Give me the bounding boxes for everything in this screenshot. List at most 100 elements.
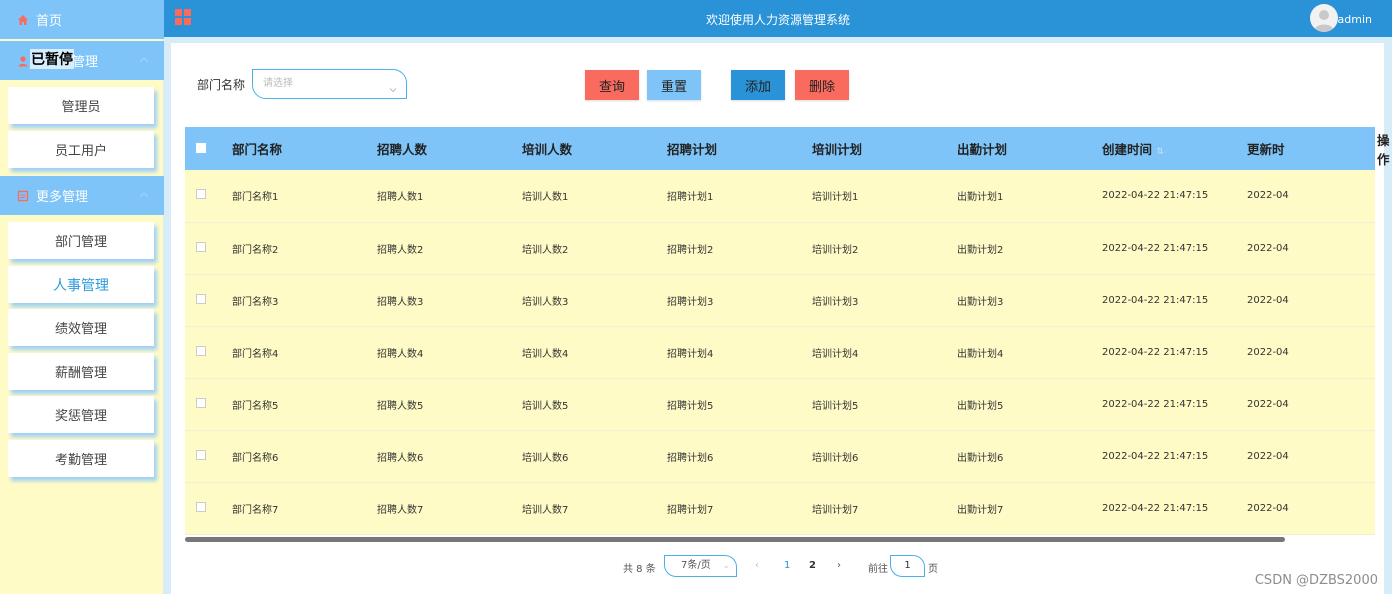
page-size-select[interactable]: 7条/页 ⌄ <box>664 555 737 577</box>
cell-recruit-count: 招聘人数6 <box>377 452 424 464</box>
cell-recruit-plan: 招聘计划7 <box>667 504 714 516</box>
sidebar-item-department[interactable]: 部门管理 <box>8 222 154 259</box>
sidebar: 首页 管理 已暂停 管理员 员工用户 更多管理 部门管理 人事管理 绩效管理 薪… <box>0 0 164 594</box>
table-row: 部门名称4 招聘人数4 培训人数4 招聘计划4 培训计划4 出勤计划4 2022-04-22… <box>185 326 1376 378</box>
row-checkbox[interactable] <box>196 397 206 408</box>
cell-dept-name: 部门名称1 <box>232 192 279 204</box>
sidebar-item-rewards[interactable]: 奖惩管理 <box>8 396 154 433</box>
department-select[interactable]: 请选择 <box>252 69 407 99</box>
row-checkbox-cell[interactable] <box>185 482 230 534</box>
cell-attendance-plan: 出勤计划1 <box>957 192 1004 204</box>
table-row: 部门名称7 招聘人数7 培训人数7 招聘计划7 培训计划7 出勤计划7 2022-04-22… <box>185 482 1376 534</box>
nav-group-more[interactable]: 更多管理 <box>0 176 164 215</box>
data-table: 部门名称 招聘人数 培训人数 招聘计划 培训计划 出勤计划 创建时间 ⇅ 更新时… <box>185 127 1390 535</box>
cell-dept-name: 部门名称3 <box>232 296 279 308</box>
sidebar-item-personnel[interactable]: 人事管理 <box>8 266 154 303</box>
sidebar-item-employee-users[interactable]: 员工用户 <box>8 131 154 168</box>
query-button[interactable]: 查询 <box>585 70 639 100</box>
document-icon <box>16 189 29 202</box>
cell-training-plan: 培训计划1 <box>812 192 859 204</box>
row-checkbox-cell[interactable] <box>185 430 230 482</box>
cell-dept-name: 部门名称2 <box>232 244 279 256</box>
prev-page-icon[interactable]: ‹ <box>755 560 759 571</box>
cell-recruit-plan: 招聘计划4 <box>667 348 714 360</box>
row-checkbox[interactable] <box>196 241 206 252</box>
row-checkbox-cell[interactable] <box>185 326 230 378</box>
sidebar-item-attendance[interactable]: 考勤管理 <box>8 440 154 477</box>
table-row: 部门名称1 招聘人数1 培训人数1 招聘计划1 培训计划1 出勤计划1 2022-04-22… <box>185 170 1376 222</box>
cell-recruit-plan: 招聘计划1 <box>667 192 714 204</box>
cell-training-count: 培训人数3 <box>522 296 569 308</box>
nav-group-more-label: 更多管理 <box>36 190 89 205</box>
row-checkbox-cell[interactable] <box>185 274 230 326</box>
sidebar-item-performance[interactable]: 绩效管理 <box>8 309 154 346</box>
cell-recruit-plan: 招聘计划6 <box>667 452 714 464</box>
table-header-row: 部门名称 招聘人数 培训人数 招聘计划 培训计划 出勤计划 创建时间 ⇅ 更新时… <box>185 127 1390 170</box>
col-header-recruit-count: 招聘人数 <box>377 142 428 157</box>
sidebar-item-admin[interactable]: 管理员 <box>8 87 154 124</box>
cell-created-time: 2022-04-22 21:47:15 <box>1102 450 1209 462</box>
cell-dept-name: 部门名称5 <box>232 400 279 412</box>
cell-dept-name: 部门名称7 <box>232 504 279 516</box>
goto-prefix: 前往 <box>868 563 888 575</box>
nav-home[interactable]: 首页 <box>0 0 164 39</box>
app-title: 欢迎使用人力资源管理系统 <box>705 13 850 27</box>
col-header-created-time-label: 创建时间 <box>1102 142 1153 157</box>
select-all-checkbox-cell[interactable] <box>185 127 230 170</box>
page-number-1[interactable]: 1 <box>784 560 790 571</box>
cell-updated-time: 2022-04 <box>1247 502 1289 514</box>
goto-suffix: 页 <box>928 563 938 575</box>
row-checkbox[interactable] <box>196 501 206 512</box>
row-checkbox-cell[interactable] <box>185 170 230 222</box>
cell-training-plan: 培训计划2 <box>812 244 859 256</box>
cell-updated-time: 2022-04 <box>1247 346 1289 358</box>
horizontal-scrollbar[interactable] <box>185 537 1285 542</box>
cell-attendance-plan: 出勤计划7 <box>957 504 1004 516</box>
row-checkbox[interactable] <box>196 449 206 460</box>
page-size-value: 7条/页 <box>681 560 711 571</box>
select-all-checkbox[interactable] <box>196 143 206 153</box>
cell-updated-time: 2022-04 <box>1247 398 1289 410</box>
cell-dept-name: 部门名称6 <box>232 452 279 464</box>
col-header-attendance-plan: 出勤计划 <box>957 142 1008 157</box>
row-checkbox[interactable] <box>196 189 206 200</box>
cell-recruit-count: 招聘人数7 <box>377 504 424 516</box>
cell-attendance-plan: 出勤计划5 <box>957 400 1004 412</box>
cell-training-plan: 培训计划3 <box>812 296 859 308</box>
main-content: 部门名称 请选择 查询 重置 添加 删除 部门名称 招聘人数 培训人数 招聘计划… <box>164 37 1392 594</box>
cell-training-plan: 培训计划6 <box>812 452 859 464</box>
add-button[interactable]: 添加 <box>731 70 785 100</box>
goto-page-input[interactable]: 1 <box>890 555 925 577</box>
cell-recruit-count: 招聘人数4 <box>377 348 424 360</box>
user-icon <box>16 54 29 67</box>
sort-icon[interactable]: ⇅ <box>1156 147 1164 157</box>
row-checkbox[interactable] <box>196 293 206 304</box>
cell-training-plan: 培训计划7 <box>812 504 859 516</box>
username[interactable]: admin <box>1338 13 1372 26</box>
delete-button[interactable]: 删除 <box>795 70 849 100</box>
row-checkbox-cell[interactable] <box>185 378 230 430</box>
search-label: 部门名称 <box>197 78 246 92</box>
cell-recruit-count: 招聘人数3 <box>377 296 424 308</box>
chevron-up-icon <box>138 54 150 66</box>
row-checkbox[interactable] <box>196 345 206 356</box>
cell-attendance-plan: 出勤计划6 <box>957 452 1004 464</box>
nav-group-admin[interactable]: 管理 <box>0 41 164 80</box>
nav-home-label: 首页 <box>36 14 63 29</box>
next-page-icon[interactable]: › <box>837 560 841 571</box>
reset-button[interactable]: 重置 <box>647 70 701 100</box>
avatar[interactable] <box>1310 4 1338 32</box>
cell-created-time: 2022-04-22 21:47:15 <box>1102 294 1209 306</box>
pagination-total: 共 8 条 <box>623 563 656 575</box>
cell-created-time: 2022-04-22 21:47:15 <box>1102 346 1209 358</box>
row-checkbox-cell[interactable] <box>185 222 230 274</box>
cell-training-plan: 培训计划5 <box>812 400 859 412</box>
cell-recruit-count: 招聘人数1 <box>377 192 424 204</box>
sidebar-item-salary[interactable]: 薪酬管理 <box>8 353 154 390</box>
col-header-created-time[interactable]: 创建时间 ⇅ <box>1100 127 1245 170</box>
cell-attendance-plan: 出勤计划3 <box>957 296 1004 308</box>
content-panel: 部门名称 请选择 查询 重置 添加 删除 部门名称 招聘人数 培训人数 招聘计划… <box>171 43 1390 594</box>
page-number-2[interactable]: 2 <box>809 560 816 571</box>
cell-training-count: 培训人数5 <box>522 400 569 412</box>
cell-updated-time: 2022-04 <box>1247 450 1289 462</box>
